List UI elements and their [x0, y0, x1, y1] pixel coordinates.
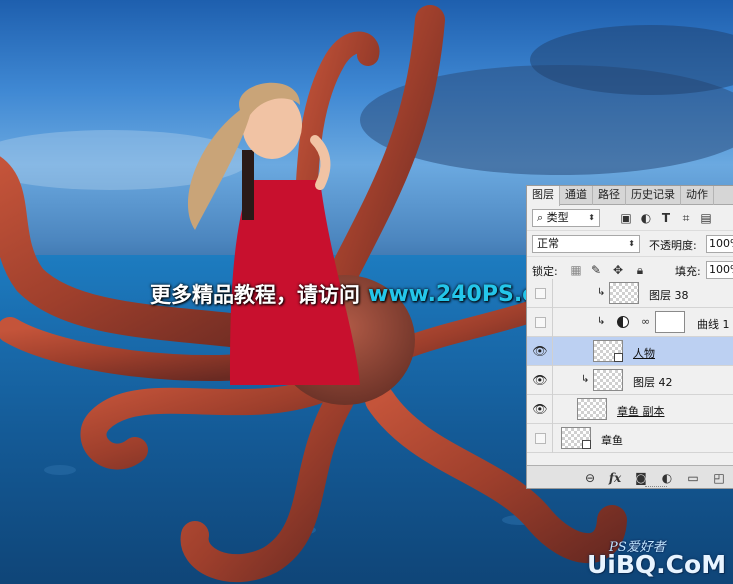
layer-mask-thumbnail[interactable] [655, 311, 685, 333]
tab-channels[interactable]: 通道 [560, 186, 593, 205]
blend-mode-value: 正常 [537, 237, 559, 250]
promo-banner: 更多精品教程，请访问 www.240PS.com [150, 279, 573, 309]
layer-name[interactable]: 曲线 1 [697, 316, 730, 332]
image-filter-icon[interactable]: ▣ [619, 211, 633, 225]
lock-paint-icon[interactable]: ✎ [589, 263, 603, 277]
adjustment-filter-icon[interactable]: ◐ [639, 211, 653, 225]
filter-row: ⌕ 类型 ⬍ ▣ ◐ T ⌗ ▤ [527, 205, 733, 231]
visibility-toggle[interactable]: 👁︎ [527, 395, 553, 424]
layer-thumbnail [561, 427, 591, 449]
smart-object-badge-icon [582, 440, 591, 449]
kind-filter-select[interactable]: ⌕ 类型 ⬍ [532, 209, 600, 227]
layer-thumbnail [593, 369, 623, 391]
layer-row[interactable]: 👁︎ 章鱼 副本 [527, 395, 733, 424]
layer-row[interactable]: 👁︎ ↳ 图层 42 [527, 366, 733, 395]
layers-panel: 图层 通道 路径 历史记录 动作 ⌕ 类型 ⬍ ▣ ◐ T ⌗ ▤ 正常 ⬍ 不… [526, 185, 733, 489]
layer-row[interactable]: 👁︎ 人物 [527, 337, 733, 366]
layer-name[interactable]: 图层 42 [633, 374, 673, 390]
layer-thumbnail [593, 340, 623, 362]
fill-field[interactable]: 100% [706, 261, 733, 279]
new-layer-icon[interactable]: ◰ [711, 470, 727, 486]
panel-tabs: 图层 通道 路径 历史记录 动作 [527, 186, 733, 206]
opacity-field[interactable]: 100% [706, 235, 733, 253]
link-icon[interactable]: ⊖ [582, 470, 598, 486]
layer-row[interactable]: ↳ 图层 38 [527, 279, 733, 308]
layer-row[interactable]: ↳ ∞ 曲线 1 [527, 308, 733, 337]
tab-layers[interactable]: 图层 [527, 186, 560, 206]
fx-icon[interactable]: fx [607, 470, 623, 486]
layer-name[interactable]: 人物 [633, 345, 655, 361]
blend-row: 正常 ⬍ 不透明度: 100% [527, 231, 733, 257]
shape-filter-icon[interactable]: ⌗ [679, 211, 693, 225]
visibility-toggle[interactable] [527, 308, 553, 337]
lock-transparent-icon[interactable]: ▦ [569, 263, 583, 277]
eye-icon: 👁︎ [532, 402, 548, 416]
layer-row[interactable]: 章鱼 [527, 424, 733, 453]
lock-label: 锁定: [532, 265, 558, 278]
hidden-visibility-box [535, 317, 546, 328]
adjustment-icon[interactable]: ◐ [659, 470, 675, 486]
clip-arrow-icon: ↳ [597, 287, 606, 298]
curves-adjustment-icon [617, 316, 629, 328]
type-filter-icon[interactable]: T [659, 211, 673, 225]
tab-history[interactable]: 历史记录 [626, 186, 681, 205]
smart-object-filter-icon[interactable]: ▤ [699, 211, 713, 225]
panel-footer: ⊖ fx ◙ ◐ ▭ ◰ [527, 465, 733, 488]
kind-filter-value: 类型 [546, 211, 569, 224]
layer-name[interactable]: 章鱼 [601, 432, 623, 448]
lock-all-icon[interactable]: 🔒︎ [633, 263, 647, 277]
eye-icon: 👁︎ [532, 373, 548, 387]
smart-object-badge-icon [614, 353, 623, 362]
mask-link-icon[interactable]: ∞ [641, 315, 650, 328]
layer-thumbnail [609, 282, 639, 304]
lock-move-icon[interactable]: ✥ [611, 263, 625, 277]
eye-icon: 👁︎ [532, 344, 548, 358]
layer-list: ↳ 图层 38 ↳ ∞ 曲线 1 👁︎ 人物 👁︎ ↳ 图层 42 👁︎ 章鱼 … [527, 279, 733, 453]
opacity-label: 不透明度: [649, 239, 697, 252]
layer-thumbnail [577, 398, 607, 420]
visibility-toggle[interactable] [527, 424, 553, 453]
search-icon: ⌕ [537, 211, 544, 224]
updown-arrow-icon: ⬍ [628, 239, 635, 248]
visibility-toggle[interactable] [527, 279, 553, 308]
logo-site-text: UiBQ.CoM [587, 550, 727, 579]
folder-icon[interactable]: ▭ [685, 470, 701, 486]
clip-arrow-icon: ↳ [581, 374, 590, 385]
updown-arrow-icon: ⬍ [588, 213, 595, 222]
site-logo: PS爱好者 UiBQ.CoM [587, 536, 727, 580]
visibility-toggle[interactable]: 👁︎ [527, 366, 553, 395]
visibility-toggle[interactable]: 👁︎ [527, 337, 553, 366]
blend-mode-select[interactable]: 正常 ⬍ [532, 235, 640, 253]
clip-arrow-icon: ↳ [597, 316, 606, 327]
layer-name[interactable]: 章鱼 副本 [617, 403, 665, 419]
hidden-visibility-box [535, 288, 546, 299]
banner-chinese-text: 更多精品教程，请访问 [150, 283, 360, 307]
mask-icon[interactable]: ◙ [633, 470, 649, 486]
tab-paths[interactable]: 路径 [593, 186, 626, 205]
panel-resize-grip[interactable] [645, 486, 667, 488]
layer-name[interactable]: 图层 38 [649, 287, 689, 303]
tab-actions[interactable]: 动作 [681, 186, 714, 205]
fill-label: 填充: [675, 265, 701, 278]
hidden-visibility-box [535, 433, 546, 444]
